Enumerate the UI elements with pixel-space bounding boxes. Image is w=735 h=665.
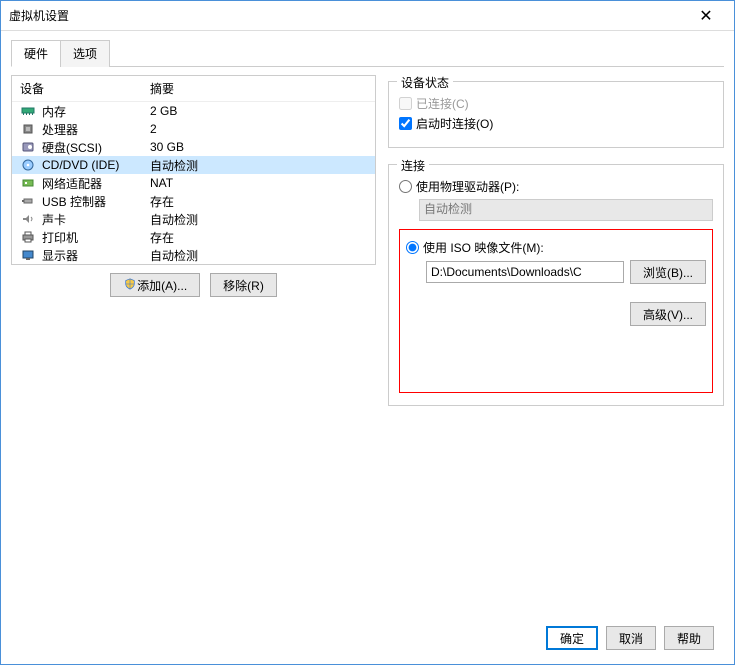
device-row-memory[interactable]: 内存2 GB bbox=[12, 102, 375, 120]
tab-bar: 硬件 选项 bbox=[11, 39, 724, 67]
content-area: 设备 摘要 内存2 GB处理器2硬盘(SCSI)30 GBCD/DVD (IDE… bbox=[11, 67, 724, 616]
printer-icon bbox=[20, 230, 36, 244]
device-status-legend: 设备状态 bbox=[397, 74, 453, 91]
device-summary: 自动检测 bbox=[150, 211, 198, 228]
use-iso-row[interactable]: 使用 ISO 映像文件(M): bbox=[406, 239, 706, 256]
col-summary: 摘要 bbox=[150, 80, 174, 97]
device-status-group: 设备状态 已连接(C) 启动时连接(O) bbox=[388, 81, 724, 148]
cpu-icon bbox=[20, 122, 36, 136]
close-icon[interactable]: ✕ bbox=[686, 6, 726, 26]
device-name: 显示器 bbox=[42, 247, 150, 264]
left-side: 设备 摘要 内存2 GB处理器2硬盘(SCSI)30 GBCD/DVD (IDE… bbox=[11, 75, 376, 616]
cancel-button[interactable]: 取消 bbox=[606, 626, 656, 650]
device-row-net[interactable]: 网络适配器NAT bbox=[12, 174, 375, 192]
usb-icon bbox=[20, 194, 36, 208]
col-device: 设备 bbox=[20, 80, 150, 97]
display-icon bbox=[20, 248, 36, 262]
device-name: 硬盘(SCSI) bbox=[42, 139, 150, 156]
device-name: CD/DVD (IDE) bbox=[42, 158, 150, 172]
ok-button[interactable]: 确定 bbox=[546, 626, 598, 650]
right-panel: 设备状态 已连接(C) 启动时连接(O) 连接 使用物理驱动器(P): bbox=[388, 75, 724, 616]
device-summary: 30 GB bbox=[150, 140, 184, 154]
auto-detect-value: 自动检测 bbox=[424, 202, 472, 216]
iso-path-input[interactable] bbox=[426, 261, 624, 283]
disk-icon bbox=[20, 140, 36, 154]
sound-icon bbox=[20, 212, 36, 226]
help-button[interactable]: 帮助 bbox=[664, 626, 714, 650]
connected-checkbox bbox=[399, 97, 412, 110]
device-row-display[interactable]: 显示器自动检测 bbox=[12, 246, 375, 264]
device-summary: NAT bbox=[150, 176, 173, 190]
device-row-printer[interactable]: 打印机存在 bbox=[12, 228, 375, 246]
device-list-header: 设备 摘要 bbox=[12, 76, 375, 102]
window-title: 虚拟机设置 bbox=[9, 7, 686, 24]
device-name: 声卡 bbox=[42, 211, 150, 228]
device-name: 网络适配器 bbox=[42, 175, 150, 192]
use-physical-label: 使用物理驱动器(P): bbox=[416, 178, 519, 195]
device-row-cd[interactable]: CD/DVD (IDE)自动检测 bbox=[12, 156, 375, 174]
connection-legend: 连接 bbox=[397, 157, 429, 174]
connect-on-power-checkbox[interactable] bbox=[399, 117, 412, 130]
add-button[interactable]: 添加(A)... bbox=[110, 273, 200, 297]
connection-group: 连接 使用物理驱动器(P): 自动检测 使用 ISO 映像文件(M): bbox=[388, 164, 724, 406]
titlebar: 虚拟机设置 ✕ bbox=[1, 1, 734, 31]
device-summary: 存在 bbox=[150, 229, 174, 246]
device-row-sound[interactable]: 声卡自动检测 bbox=[12, 210, 375, 228]
browse-button[interactable]: 浏览(B)... bbox=[630, 260, 706, 284]
use-iso-label: 使用 ISO 映像文件(M): bbox=[423, 239, 544, 256]
dialog-footer: 确定 取消 帮助 bbox=[11, 616, 724, 660]
device-row-usb[interactable]: USB 控制器存在 bbox=[12, 192, 375, 210]
highlight-box: 使用 ISO 映像文件(M): 浏览(B)... 高级(V)... bbox=[399, 229, 713, 393]
remove-button[interactable]: 移除(R) bbox=[210, 273, 277, 297]
use-iso-radio[interactable] bbox=[406, 241, 419, 254]
device-name: USB 控制器 bbox=[42, 193, 150, 210]
connected-row: 已连接(C) bbox=[399, 95, 713, 112]
connect-on-power-row[interactable]: 启动时连接(O) bbox=[399, 115, 713, 132]
device-name: 处理器 bbox=[42, 121, 150, 138]
device-summary: 自动检测 bbox=[150, 247, 198, 264]
tab-hardware[interactable]: 硬件 bbox=[11, 40, 61, 67]
connect-on-power-label: 启动时连接(O) bbox=[416, 115, 493, 132]
device-row-disk[interactable]: 硬盘(SCSI)30 GB bbox=[12, 138, 375, 156]
shield-icon bbox=[123, 278, 137, 293]
device-summary: 自动检测 bbox=[150, 157, 198, 174]
device-name: 打印机 bbox=[42, 229, 150, 246]
device-panel: 设备 摘要 内存2 GB处理器2硬盘(SCSI)30 GBCD/DVD (IDE… bbox=[11, 75, 376, 265]
tab-options[interactable]: 选项 bbox=[60, 40, 110, 67]
device-list: 内存2 GB处理器2硬盘(SCSI)30 GBCD/DVD (IDE)自动检测网… bbox=[12, 102, 375, 264]
physical-drive-dropdown: 自动检测 bbox=[419, 199, 713, 221]
device-buttons: 添加(A)... 移除(R) bbox=[11, 265, 376, 305]
cd-icon bbox=[20, 158, 36, 172]
connected-label: 已连接(C) bbox=[416, 95, 469, 112]
memory-icon bbox=[20, 104, 36, 118]
device-summary: 2 bbox=[150, 122, 157, 136]
advanced-button[interactable]: 高级(V)... bbox=[630, 302, 706, 326]
net-icon bbox=[20, 176, 36, 190]
use-physical-radio[interactable] bbox=[399, 180, 412, 193]
use-physical-row[interactable]: 使用物理驱动器(P): bbox=[399, 178, 713, 195]
device-name: 内存 bbox=[42, 103, 150, 120]
physical-sub: 自动检测 bbox=[419, 199, 713, 221]
device-row-cpu[interactable]: 处理器2 bbox=[12, 120, 375, 138]
vm-settings-window: 虚拟机设置 ✕ 硬件 选项 设备 摘要 内存2 GB处理器2硬盘(SCSI)30… bbox=[0, 0, 735, 665]
iso-sub: 浏览(B)... bbox=[426, 260, 706, 284]
add-label: 添加(A)... bbox=[137, 277, 187, 294]
client-area: 硬件 选项 设备 摘要 内存2 GB处理器2硬盘(SCSI)30 GBCD/DV… bbox=[1, 31, 734, 664]
device-summary: 存在 bbox=[150, 193, 174, 210]
device-summary: 2 GB bbox=[150, 104, 177, 118]
advanced-row: 高级(V)... bbox=[406, 302, 706, 326]
